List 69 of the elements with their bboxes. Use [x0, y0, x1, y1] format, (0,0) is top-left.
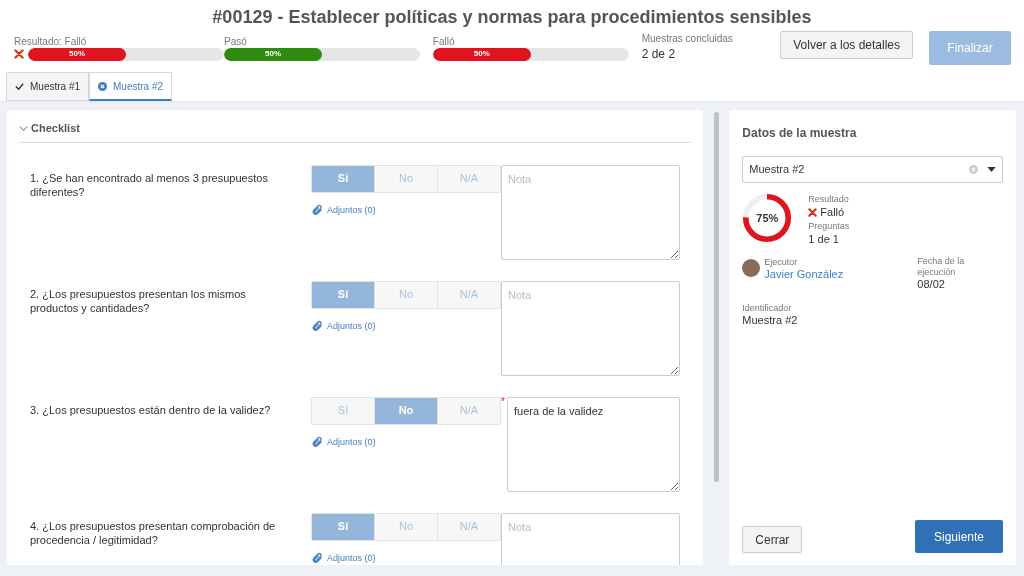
date-label: Fecha de la ejecución	[917, 256, 966, 278]
question-text: 3. ¿Los presupuestos están dentro de la validez?	[30, 402, 272, 418]
sample-tab[interactable]: Muestra #2	[89, 72, 173, 101]
back-button[interactable]: Volver a los detalles	[780, 31, 913, 59]
progress-label: Resultado: Falló	[14, 35, 88, 48]
attachments-link[interactable]: Adjuntos (0)	[311, 319, 501, 333]
question-text: 1. ¿Se han encontrado al menos 3 presupuestos diferentes?	[30, 170, 269, 200]
executor-label: Ejecutor	[764, 256, 799, 268]
sample-select[interactable]: Muestra #2	[742, 156, 1003, 183]
answer-option[interactable]: N/A	[438, 513, 500, 540]
progress-reading: 50%	[265, 50, 281, 58]
answer-option[interactable]: N/A	[438, 397, 500, 424]
identifier-label: Identificador	[742, 302, 793, 314]
samples-done-value: 2 de 2	[641, 46, 677, 63]
panel-title: Datos de la muestra	[742, 125, 858, 142]
note-field[interactable]: fuera de la validez	[507, 396, 680, 492]
progress-reading: 50%	[473, 50, 490, 58]
attachments-link[interactable]: Adjuntos (0)	[311, 203, 501, 217]
paperclip-icon	[311, 204, 323, 217]
questions-value: 1 de 1	[808, 233, 840, 246]
chevron-icon[interactable]	[19, 123, 28, 133]
result-value: Falló	[820, 206, 845, 219]
page-title: #00129 - Establecer políticas y normas para procedimientos sensibles	[211, 6, 813, 28]
result-label: Resultado	[808, 193, 850, 206]
questions-label: Preguntas	[808, 220, 850, 233]
attachments-label: Adjuntos (0)	[327, 203, 376, 217]
progress-label: Pasó	[224, 35, 248, 48]
check-icon	[15, 82, 24, 91]
progress-reading: 50%	[69, 50, 85, 58]
attachments-link[interactable]: Adjuntos (0)	[311, 551, 501, 565]
note-field[interactable]: Nota	[501, 512, 680, 565]
score-reading: 75%	[755, 210, 780, 226]
dropdown-caret-icon[interactable]	[987, 167, 996, 172]
note-field[interactable]: Nota	[501, 280, 680, 376]
paperclip-icon	[311, 436, 323, 449]
next-button[interactable]: Siguiente	[915, 520, 1003, 553]
answer-option[interactable]: N/A	[438, 281, 500, 308]
paperclip-icon	[311, 320, 323, 333]
answer-option[interactable]: Sí	[312, 281, 375, 308]
answer-option[interactable]: Sí	[312, 165, 375, 192]
close-button[interactable]: Cerrar	[742, 526, 803, 553]
clear-icon[interactable]	[969, 165, 978, 174]
scrollbar-thumb[interactable]	[713, 112, 719, 482]
answer-option[interactable]: N/A	[438, 165, 500, 192]
executor-link[interactable]: Javier González	[764, 268, 844, 280]
answer-option[interactable]: Sí	[312, 397, 375, 424]
attachments-label: Adjuntos (0)	[327, 319, 376, 333]
attachments-link[interactable]: Adjuntos (0)	[311, 435, 501, 449]
avatar	[742, 259, 761, 277]
checklist-title: Checklist	[31, 121, 80, 136]
paperclip-icon	[311, 552, 323, 565]
answer-option[interactable]: No	[375, 513, 438, 540]
attachments-label: Adjuntos (0)	[327, 551, 376, 565]
answer-option[interactable]: No	[375, 281, 438, 308]
note-field[interactable]: Nota	[501, 164, 680, 260]
question-text: 2. ¿Los presupuestos presentan los mismos productos y cantidades?	[30, 286, 247, 316]
progress-label: Falló	[432, 35, 456, 48]
question-text: 4. ¿Los presupuestos presentan comprobación de procedencia / legitimidad?	[30, 518, 277, 548]
x-circle-icon	[98, 81, 108, 91]
sample-tab[interactable]: Muestra #1	[6, 72, 90, 101]
answer-option[interactable]: Sí	[312, 513, 375, 540]
attachments-label: Adjuntos (0)	[327, 435, 376, 449]
answer-option[interactable]: No	[375, 397, 438, 424]
required-mark: *	[501, 396, 506, 409]
identifier-value: Muestra #2	[742, 314, 799, 326]
date-value: 08/02	[917, 279, 946, 290]
select-value: Muestra #2	[749, 162, 806, 178]
samples-done-label: Muestras concluidas	[641, 33, 734, 45]
answer-option[interactable]: No	[375, 165, 438, 192]
